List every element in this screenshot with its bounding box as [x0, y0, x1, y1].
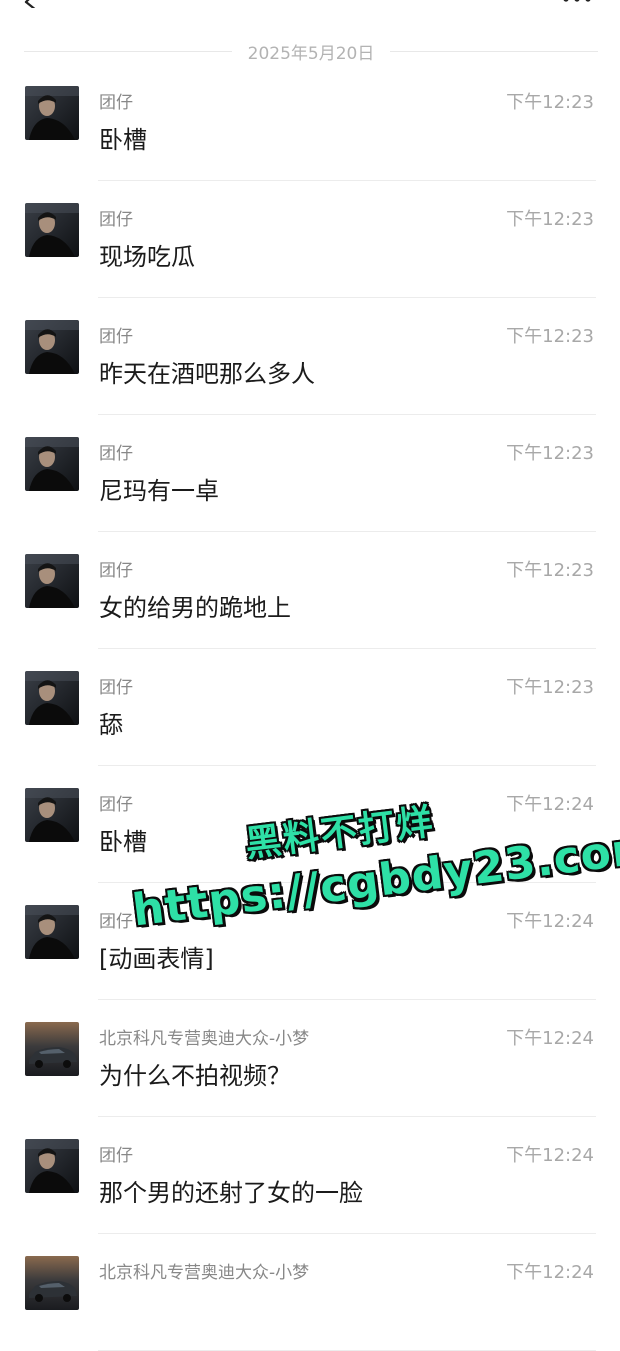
message-text: 卧槽	[99, 828, 147, 856]
message-row[interactable]: 团仔 下午12:23 女的给男的跪地上	[0, 532, 620, 649]
message-text: [动画表情]	[99, 945, 214, 973]
message-time: 下午12:23	[506, 209, 594, 230]
person-avatar-icon[interactable]	[25, 554, 79, 608]
message-time: 下午12:24	[506, 1145, 594, 1166]
message-time: 下午12:24	[506, 1262, 594, 1283]
top-bar	[0, 0, 620, 14]
person-avatar-icon[interactable]	[25, 788, 79, 842]
message-row[interactable]: 团仔 下午12:23 现场吃瓜	[0, 181, 620, 298]
message-time: 下午12:24	[506, 1028, 594, 1049]
message-text: 女的给男的跪地上	[99, 594, 291, 622]
message-time: 下午12:24	[506, 794, 594, 815]
message-text: 现场吃瓜	[99, 243, 195, 271]
message-row[interactable]: 团仔 下午12:23 卧槽	[0, 64, 620, 181]
message-row[interactable]: 团仔 下午12:24 那个男的还射了女的一脸	[0, 1117, 620, 1234]
sender-name: 团仔	[99, 561, 133, 581]
person-avatar-icon[interactable]	[25, 905, 79, 959]
sender-name: 团仔	[99, 912, 133, 932]
message-time: 下午12:23	[506, 677, 594, 698]
message-time: 下午12:23	[506, 326, 594, 347]
message-text: 为什么不拍视频？	[99, 1062, 291, 1090]
sender-name: 团仔	[99, 444, 133, 464]
sender-name: 团仔	[99, 93, 133, 113]
message-text: 舔	[99, 711, 123, 739]
date-separator-line-right	[390, 50, 598, 52]
message-text: 那个男的还射了女的一脸	[99, 1179, 363, 1207]
message-row[interactable]: 团仔 下午12:23 舔	[0, 649, 620, 766]
date-separator: 2025年5月20日	[24, 38, 598, 64]
car-avatar-icon[interactable]	[25, 1256, 79, 1310]
person-avatar-icon[interactable]	[25, 671, 79, 725]
date-separator-line-left	[24, 50, 232, 52]
sender-name: 团仔	[99, 678, 133, 698]
message-row[interactable]: 团仔 下午12:24 卧槽	[0, 766, 620, 883]
message-row[interactable]: 团仔 下午12:24 [动画表情]	[0, 883, 620, 1000]
date-label: 2025年5月20日	[247, 43, 375, 64]
sender-name: 北京科凡专营奥迪大众-小梦	[99, 1263, 310, 1283]
message-time: 下午12:23	[506, 560, 594, 581]
sender-name: 团仔	[99, 1146, 133, 1166]
person-avatar-icon[interactable]	[25, 1139, 79, 1193]
car-avatar-icon[interactable]	[25, 1022, 79, 1076]
sender-name: 团仔	[99, 795, 133, 815]
message-row[interactable]: 北京科凡专营奥迪大众-小梦 下午12:24	[0, 1234, 620, 1351]
message-list: 团仔 下午12:23 卧槽 团仔 下午12:23 现场吃瓜 团仔 下午12:23 昨天在酒吧那么…	[0, 64, 620, 1351]
sender-name: 团仔	[99, 210, 133, 230]
person-avatar-icon[interactable]	[25, 320, 79, 374]
sender-name: 北京科凡专营奥迪大众-小梦	[99, 1029, 310, 1049]
sender-name: 团仔	[99, 327, 133, 347]
message-time: 下午12:23	[506, 92, 594, 113]
message-row[interactable]: 团仔 下午12:23 昨天在酒吧那么多人	[0, 298, 620, 415]
person-avatar-icon[interactable]	[25, 437, 79, 491]
message-text: 尼玛有一卓	[99, 477, 219, 505]
chevron-left-icon[interactable]	[22, 0, 40, 8]
message-row[interactable]: 团仔 下午12:23 尼玛有一卓	[0, 415, 620, 532]
more-dots-icon[interactable]	[562, 0, 592, 4]
message-text: 昨天在酒吧那么多人	[99, 360, 315, 388]
person-avatar-icon[interactable]	[25, 86, 79, 140]
message-time: 下午12:23	[506, 443, 594, 464]
message-text: 卧槽	[99, 126, 147, 154]
message-time: 下午12:24	[506, 911, 594, 932]
person-avatar-icon[interactable]	[25, 203, 79, 257]
message-row[interactable]: 北京科凡专营奥迪大众-小梦 下午12:24 为什么不拍视频？	[0, 1000, 620, 1117]
